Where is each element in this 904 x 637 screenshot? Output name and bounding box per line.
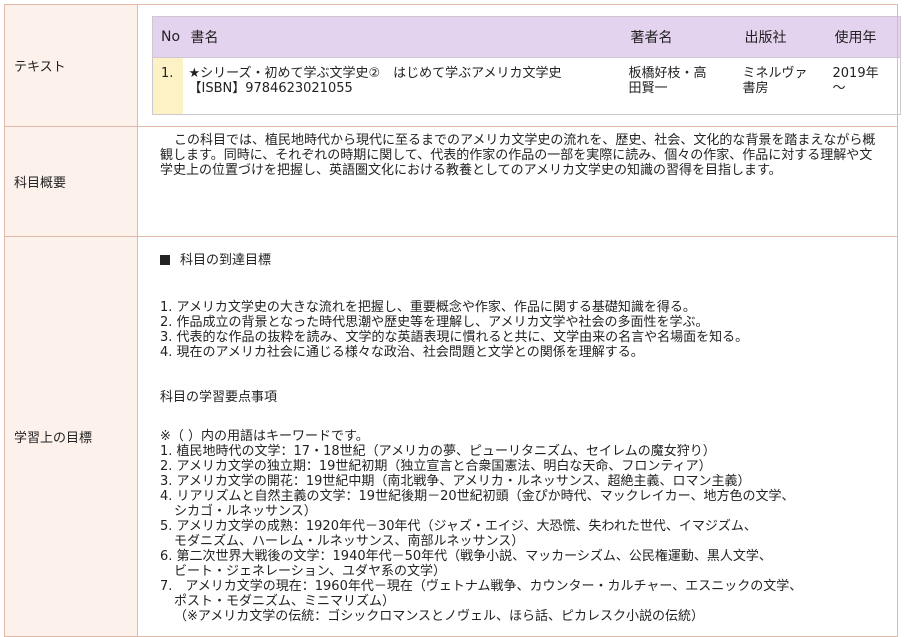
list-item: 1. 植民地時代の文学：17・18世紀（アメリカの夢、ピューリタニズム、セイレム… (160, 444, 887, 459)
book-year-line: 2019年 (832, 66, 879, 81)
list-item: 1. アメリカ文学史の大きな流れを把握し、重要概念や作家、作品に関する基礎知識を… (160, 300, 696, 315)
point-line: 6. 第二次世界大戦後の文学：1940年代－50年代（戦争小説、マッカーシズム、… (160, 549, 772, 564)
book-author: 板橋好枝・高 田賢一 (623, 58, 737, 115)
list-item: 7. アメリカ文学の現在：1960年代－現在（ヴェトナム戦争、カウンター・カルチ… (160, 579, 887, 609)
goals-content: 科目の到達目標 1. アメリカ文学史の大きな流れを把握し、重要概念や作家、作品に… (146, 237, 897, 624)
keyword-note: ※（ ）内の用語はキーワードです。 (160, 429, 369, 444)
point-line: 7. アメリカ文学の現在：1960年代－現在（ヴェトナム戦争、カウンター・カルチ… (160, 579, 803, 594)
targets-heading: 科目の到達目標 (160, 253, 887, 268)
targets-list: 1. アメリカ文学史の大きな流れを把握し、重要概念や作家、作品に関する基礎知識を… (160, 300, 887, 360)
header-title: 書名 (182, 16, 623, 58)
list-item: 2. 作品成立の背景となった時代思潮や歴史等を理解し、アメリカ文学や社会の多面性… (160, 315, 709, 330)
point-line: 5. アメリカ文学の成熟：1920年代－30年代（ジャズ・エイジ、大恐慌、失われ… (160, 519, 757, 534)
book-no: 1. (152, 57, 183, 115)
text-label: テキスト (4, 4, 138, 127)
book-author-line: 板橋好枝・高 (628, 66, 707, 81)
header-no: No (152, 16, 183, 58)
points-heading-text: 科目の学習要点事項 (160, 390, 278, 405)
list-item: 2. アメリカ文学の独立期：19世紀初期（独立宣言と合衆国憲法、明白な天命、フロ… (160, 459, 887, 474)
header-year: 使用年 (826, 16, 901, 58)
square-bullet-icon (160, 255, 170, 265)
point-line: 2. アメリカ文学の独立期：19世紀初期（独立宣言と合衆国憲法、明白な天命、フロ… (160, 459, 712, 474)
point-line-cont: モダニズム、ハーレム・ルネッサンス、南部ルネッサンス） (174, 534, 525, 549)
list-item: 6. 第二次世界大戦後の文学：1940年代－50年代（戦争小説、マッカーシズム、… (160, 549, 887, 579)
book-publisher-line: 書房 (742, 81, 769, 96)
list-item: 4. 現在のアメリカ社会に通じる様々な政治、社会問題と文学との関係を理解する。 (160, 345, 644, 360)
book-title-text: ★シリーズ・初めて学ぶ文学史② はじめて学ぶアメリカ文学史 (188, 66, 562, 81)
point-line-cont: シカゴ・ルネッサンス） (174, 504, 317, 519)
book-year-line: ～ (832, 81, 846, 96)
targets-heading-text: 科目の到達目標 (180, 253, 272, 268)
book-isbn: 【ISBN】9784623021055 (188, 81, 353, 96)
book-publisher-line: ミネルヴァ (742, 66, 808, 81)
textbook-table: No 書名 著者名 出版社 使用年 1. ★シリーズ・初めて学ぶ文学史② はじめ… (152, 16, 901, 115)
tradition-note: （※アメリカ文学の伝統：ゴシックロマンスとノヴェル、ほら話、ピカレスク小説の伝統… (174, 609, 704, 624)
points-heading: 科目の学習要点事項 (160, 390, 887, 405)
header-author: 著者名 (622, 16, 737, 58)
book-author-line: 田賢一 (628, 81, 668, 96)
point-line-cont: ポスト・モダニズム、ミニマリズム） (174, 594, 396, 609)
course-summary: この科目では、植民地時代から現代に至るまでのアメリカ文学史の流れを、歴史、社会、… (160, 133, 876, 178)
point-line-cont: ビート・ジェネレーション、ユダヤ系の文学） (174, 564, 446, 579)
book-row: 1. ★シリーズ・初めて学ぶ文学史② はじめて学ぶアメリカ文学史 【ISBN】9… (152, 57, 901, 115)
points-list: 1. 植民地時代の文学：17・18世紀（アメリカの夢、ピューリタニズム、セイレム… (160, 444, 887, 609)
point-line: 1. 植民地時代の文学：17・18世紀（アメリカの夢、ピューリタニズム、セイレム… (160, 444, 716, 459)
textbook-cell: No 書名 著者名 出版社 使用年 1. ★シリーズ・初めて学ぶ文学史② はじめ… (137, 4, 901, 127)
point-line: 3. アメリカ文学の開花：19世紀中期（南北戦争、アメリカ・ルネッサンス、超絶主… (160, 474, 751, 489)
point-line: 4. リアリズムと自然主義の文学：19世紀後期－20世紀初頭（金ぴか時代、マック… (160, 489, 795, 504)
list-item: 3. 代表的な作品の抜粋を読み、文学的な英語表現に慣れると共に、文学由来の名言や… (160, 330, 749, 345)
header-publisher: 出版社 (736, 16, 827, 58)
summary-label: 科目概要 (4, 126, 138, 237)
list-item: 5. アメリカ文学の成熟：1920年代－30年代（ジャズ・エイジ、大恐慌、失われ… (160, 519, 887, 549)
list-item: 3. アメリカ文学の開花：19世紀中期（南北戦争、アメリカ・ルネッサンス、超絶主… (160, 474, 887, 489)
syllabus-table: テキスト No 書名 著者名 出版社 使用年 1. ★シリーズ・初めて学ぶ文学史… (4, 4, 901, 637)
book-title: ★シリーズ・初めて学ぶ文学史② はじめて学ぶアメリカ文学史 【ISBN】9784… (183, 58, 623, 115)
list-item: 4. リアリズムと自然主義の文学：19世紀後期－20世紀初頭（金ぴか時代、マック… (160, 489, 887, 519)
goals-label: 学習上の目標 (4, 236, 138, 637)
book-publisher: ミネルヴァ 書房 (737, 58, 827, 115)
book-year: 2019年 ～ (827, 58, 901, 115)
